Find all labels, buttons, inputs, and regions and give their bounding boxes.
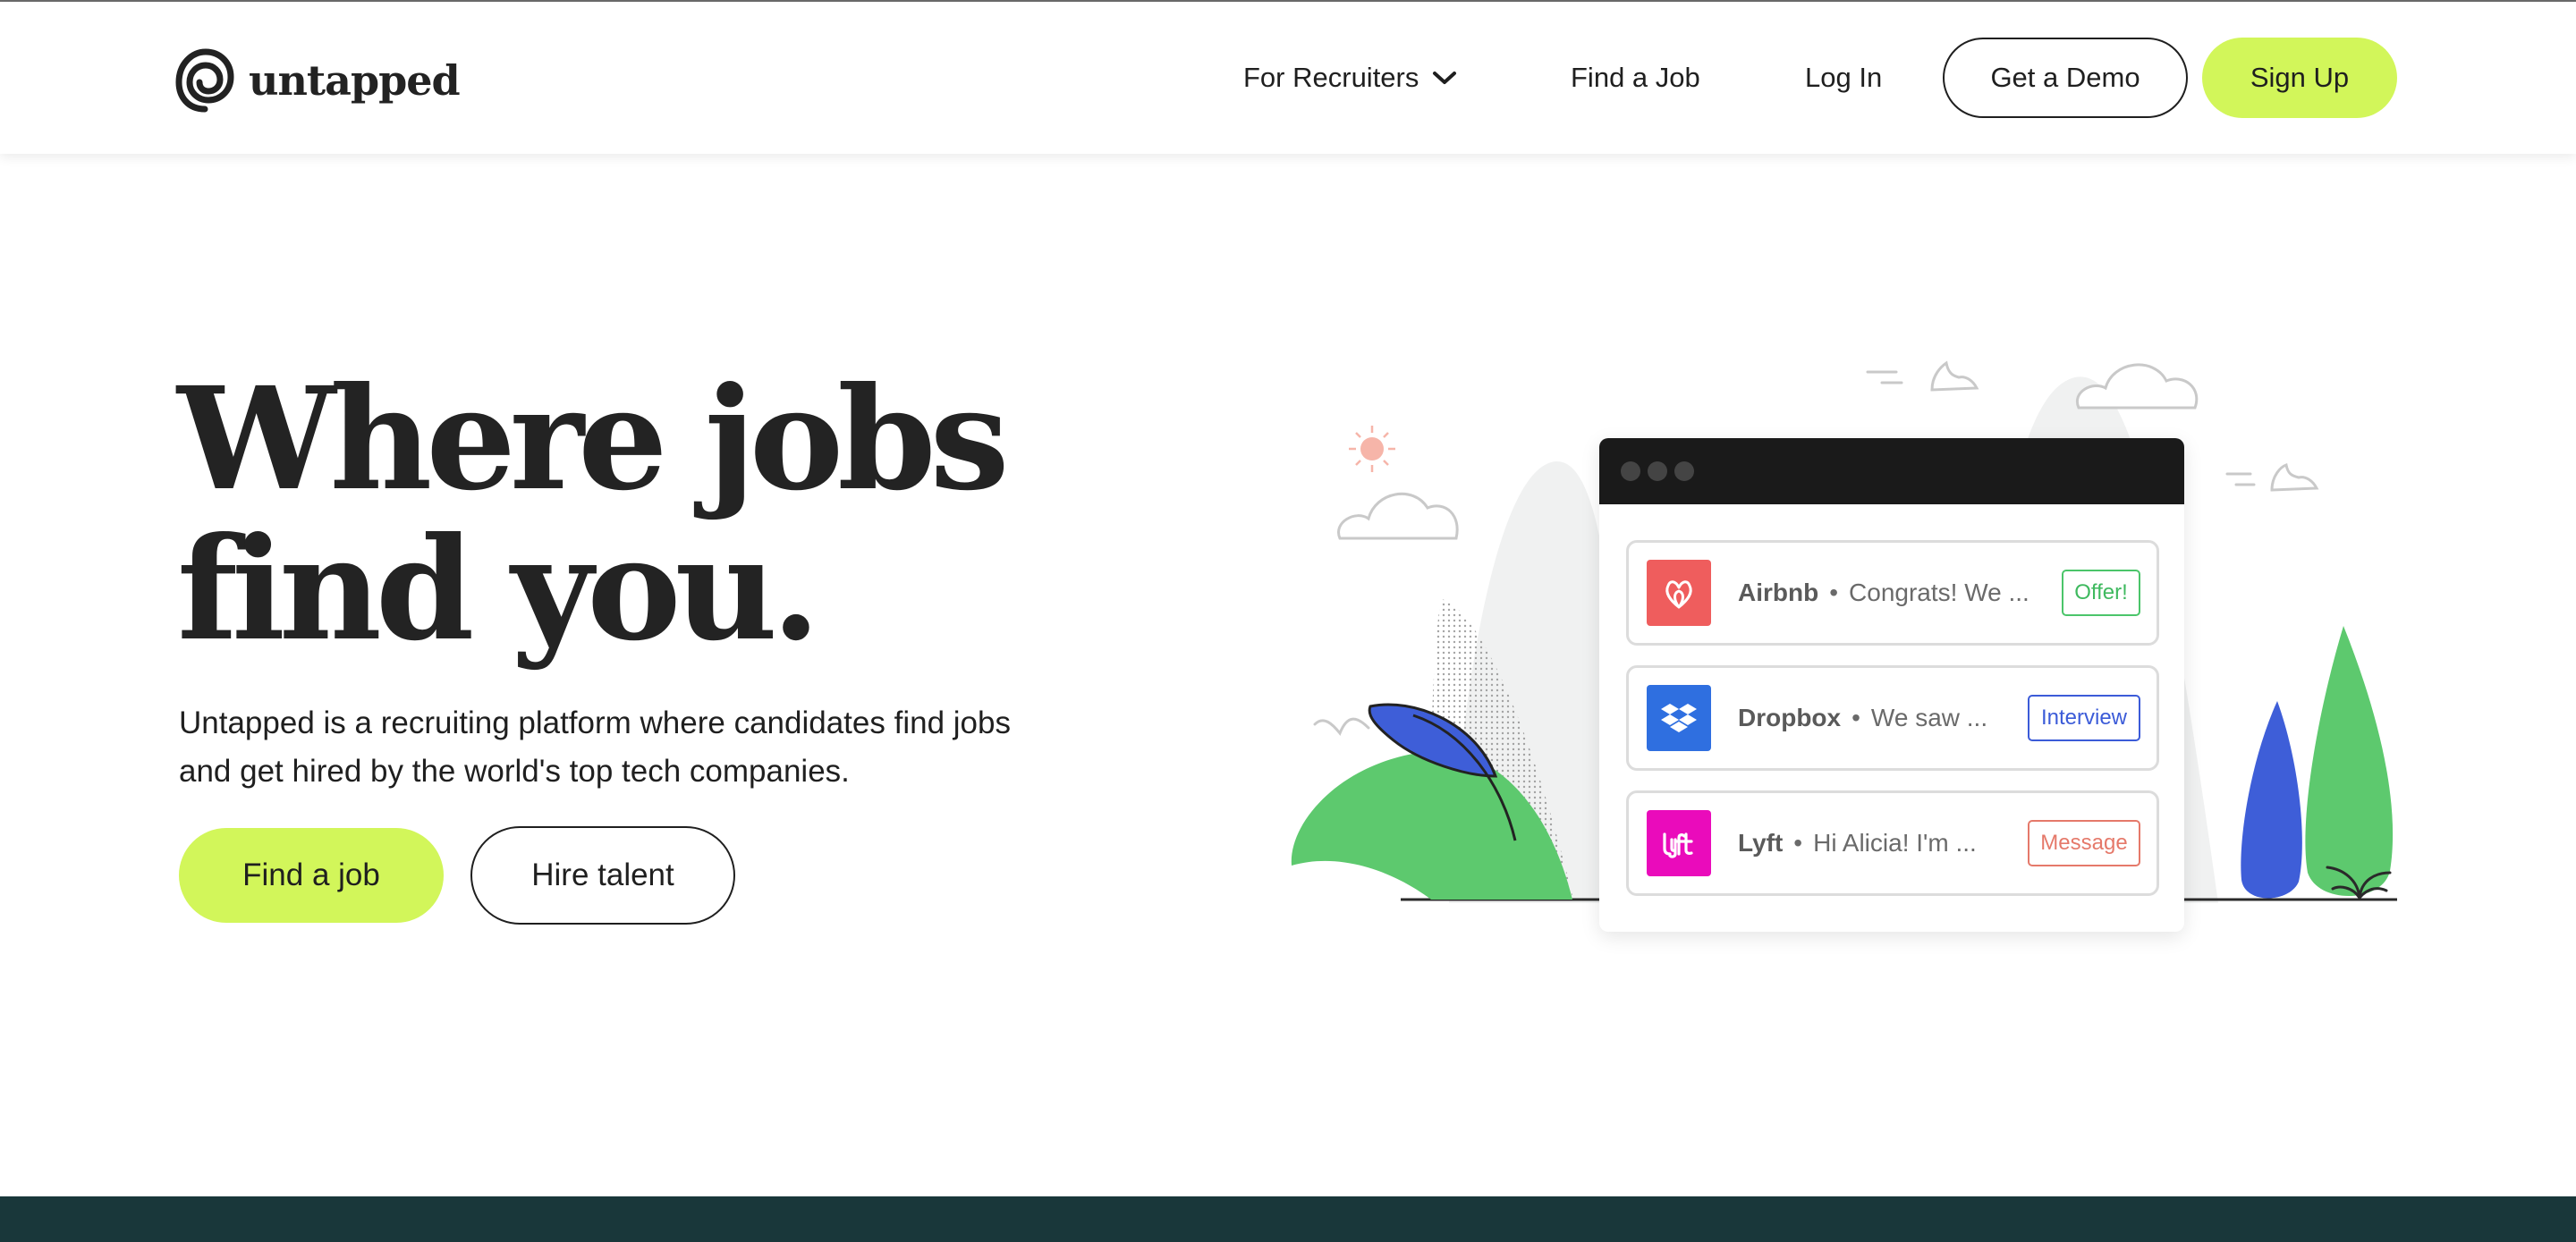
nav-find-a-job[interactable]: Find a Job — [1571, 38, 1700, 118]
nav-log-in[interactable]: Log In — [1805, 38, 1882, 118]
status-badge: Message — [2028, 820, 2140, 866]
status-badge: Offer! — [2062, 570, 2140, 616]
message-card-dropbox: Dropbox • We saw ... Interview — [1626, 665, 2159, 771]
messages-window: Airbnb • Congrats! We ... Offer! Dropbox… — [1599, 438, 2184, 932]
get-a-demo-button[interactable]: Get a Demo — [1943, 38, 2188, 118]
hire-talent-button[interactable]: Hire talent — [470, 826, 735, 925]
footer-band — [0, 1196, 2576, 1242]
brand-name: untapped — [249, 56, 461, 105]
sun-icon — [1349, 426, 1395, 472]
nav-for-recruiters[interactable]: For Recruiters — [1243, 38, 1458, 118]
dropbox-logo-icon — [1647, 685, 1711, 751]
preview-text: Hi Alicia! I'm ... — [1813, 829, 1977, 857]
window-dot-icon — [1648, 461, 1667, 481]
sign-up-button[interactable]: Sign Up — [2202, 38, 2397, 118]
separator: • — [1829, 579, 1839, 606]
message-preview: Airbnb • Congrats! We ... — [1738, 543, 2029, 643]
window-dot-icon — [1674, 461, 1694, 481]
brand-logo[interactable]: untapped — [175, 46, 461, 114]
window-title-bar — [1599, 438, 2184, 504]
airbnb-logo-icon — [1647, 560, 1711, 626]
hero-title: Where jobs find you. — [177, 365, 1072, 665]
find-a-job-button[interactable]: Find a job — [179, 828, 444, 923]
spiral-logo-icon — [175, 48, 234, 113]
nav-for-recruiters-label: For Recruiters — [1243, 62, 1419, 93]
company-name: Lyft — [1738, 829, 1784, 857]
hero-subtitle-line-2: and get hired by the world's top tech co… — [179, 754, 850, 789]
hero-subtitle-line-1: Untapped is a recruiting platform where … — [179, 705, 1011, 740]
message-preview: Dropbox • We saw ... — [1738, 668, 1987, 768]
lyft-logo-icon — [1647, 810, 1711, 876]
status-badge: Interview — [2028, 695, 2140, 741]
hero-subtitle: Untapped is a recruiting platform where … — [179, 699, 1091, 796]
chevron-down-icon — [1433, 72, 1457, 84]
company-name: Airbnb — [1738, 579, 1819, 606]
preview-text: We saw ... — [1870, 704, 1988, 731]
site-header: untapped For Recruiters Find a Job Log I… — [0, 2, 2576, 154]
message-card-lyft: Lyft • Hi Alicia! I'm ... Message — [1626, 790, 2159, 896]
hero-title-line-1: Where jobs — [177, 357, 1010, 522]
separator: • — [1793, 829, 1803, 857]
company-name: Dropbox — [1738, 704, 1842, 731]
window-dot-icon — [1621, 461, 1640, 481]
hero-title-line-2: find you. — [177, 507, 820, 672]
message-card-airbnb: Airbnb • Congrats! We ... Offer! — [1626, 540, 2159, 646]
separator: • — [1852, 704, 1860, 731]
message-preview: Lyft • Hi Alicia! I'm ... — [1738, 793, 1977, 893]
preview-text: Congrats! We ... — [1849, 579, 2029, 606]
